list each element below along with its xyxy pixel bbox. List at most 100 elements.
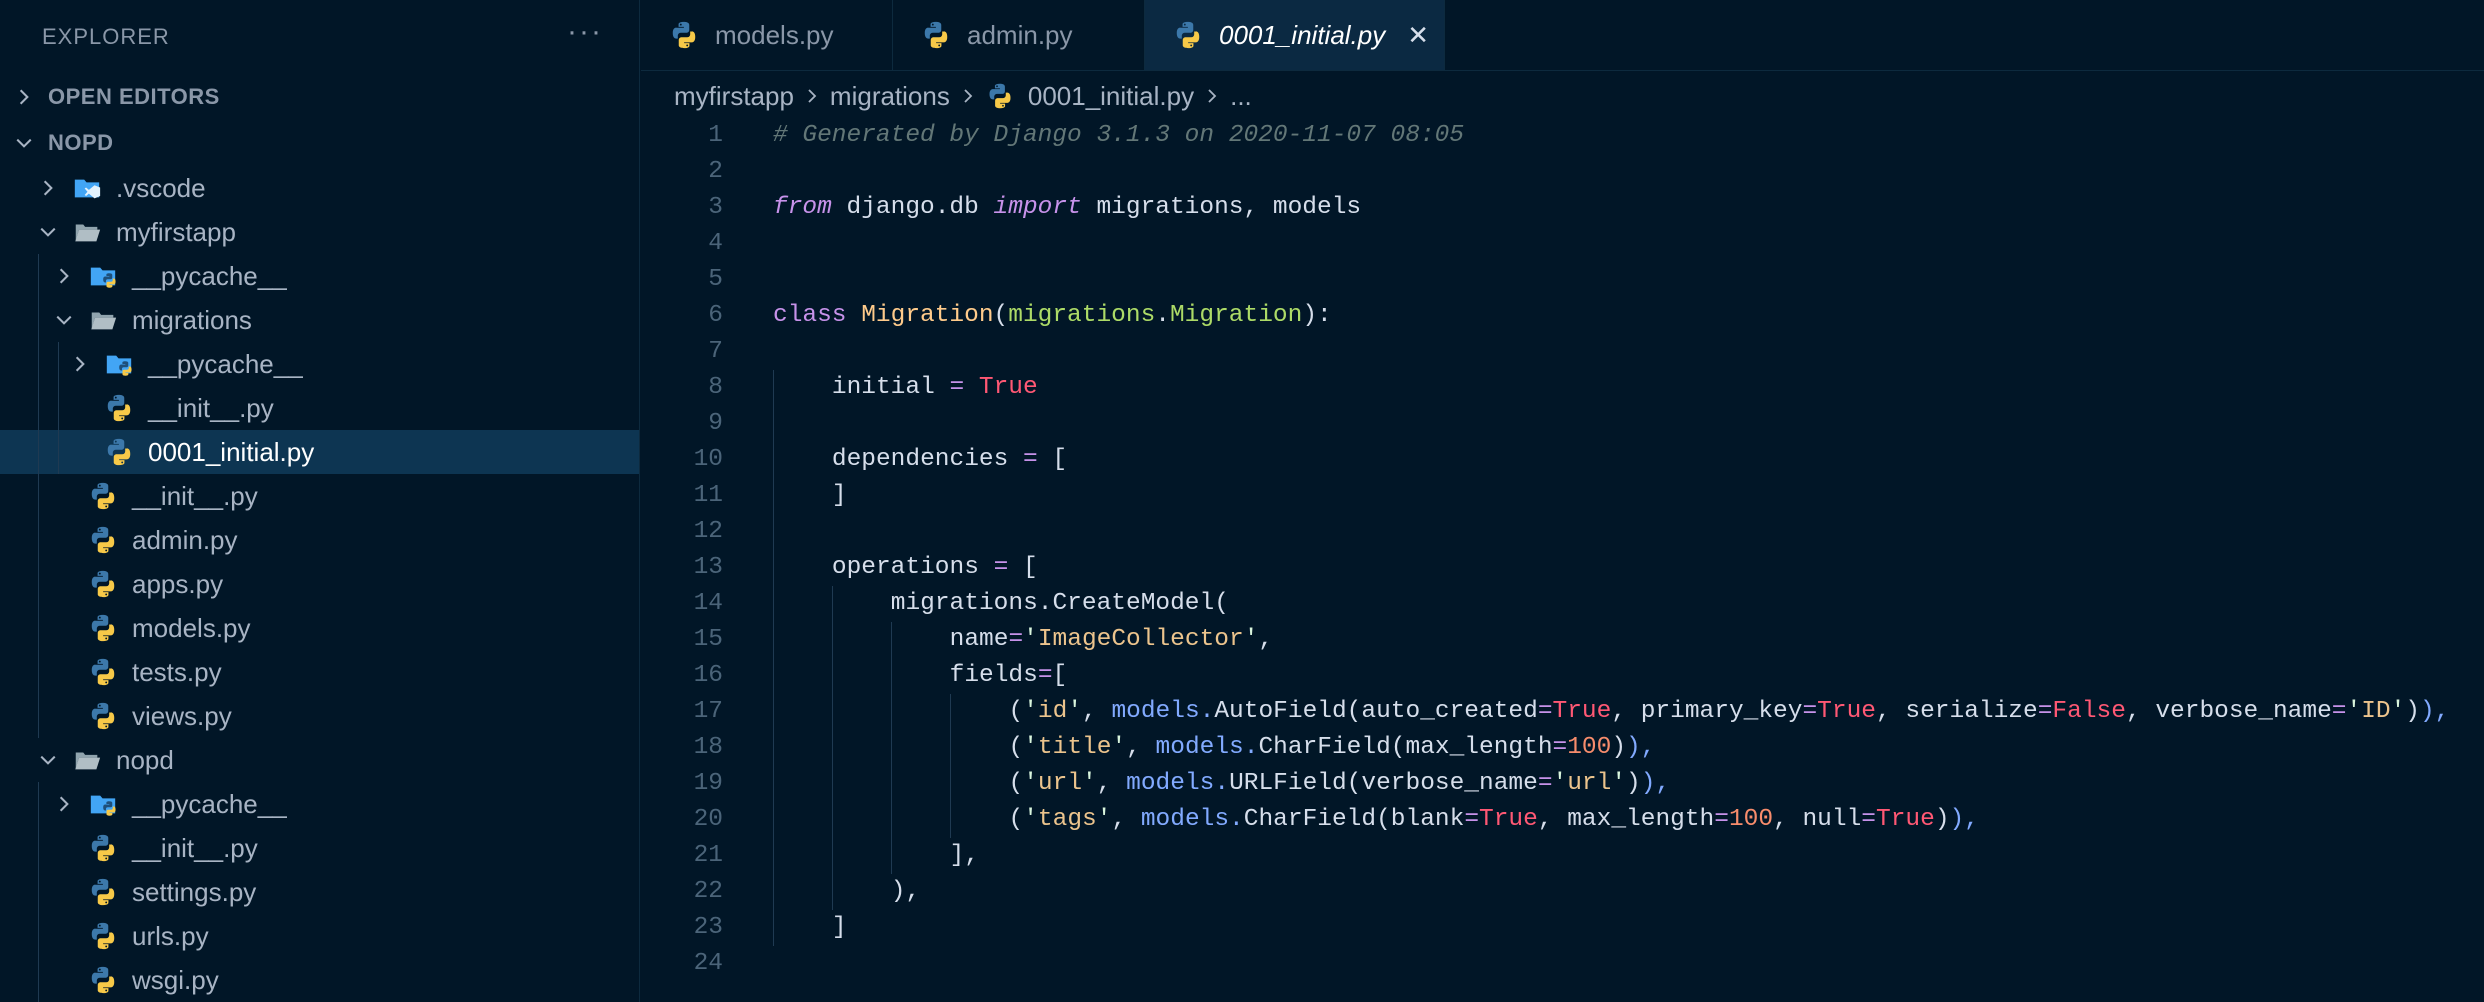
tree-item[interactable]: wsgi.py — [0, 958, 639, 1002]
code-token: = — [1464, 806, 1480, 833]
code-editor[interactable]: 1 # Generated by Django 3.1.3 on 2020-11-… — [641, 118, 2484, 1002]
indent-guide — [38, 650, 39, 694]
indent-guide — [773, 658, 774, 694]
chevron-right-icon[interactable] — [70, 354, 90, 374]
tab-admin-py[interactable]: admin.py — [893, 0, 1145, 70]
chevron-down-icon[interactable] — [54, 310, 74, 330]
code-token: ) — [1934, 806, 1950, 833]
chevron-down-icon[interactable] — [38, 750, 58, 770]
code-token: ' — [1023, 626, 1038, 653]
code-text: ] — [832, 478, 847, 514]
line-number: 19 — [693, 770, 723, 797]
section-project[interactable]: NOPD — [0, 120, 639, 166]
code-line: 9 — [641, 406, 2484, 442]
code-token: from — [773, 194, 832, 221]
tab-models-py[interactable]: models.py — [641, 0, 893, 70]
code-token: CharField(max_length — [1258, 734, 1553, 761]
code-token: models. — [1111, 698, 1215, 725]
tree-item[interactable]: myfirstapp — [0, 210, 639, 254]
code-line: 5 — [641, 262, 2484, 298]
chevron-right-icon[interactable] — [38, 178, 58, 198]
breadcrumb-item[interactable]: 0001_initial.py — [1028, 81, 1194, 112]
code-token: , — [1082, 698, 1112, 725]
code-token: AutoField(auto_created — [1214, 698, 1538, 725]
tree-item[interactable]: __init__.py — [0, 826, 639, 870]
section-open-editors[interactable]: OPEN EDITORS — [0, 74, 639, 120]
tree-item[interactable]: .vscode — [0, 166, 639, 210]
line-number: 2 — [708, 158, 723, 185]
code-token: CharField(blank — [1243, 806, 1465, 833]
code-token: , primary_key — [1611, 698, 1803, 725]
indent-guide — [831, 730, 833, 766]
tree-item[interactable]: 0001_initial.py — [0, 430, 639, 474]
code-token: ), — [1640, 770, 1671, 797]
code-token: URLField(verbose_name — [1229, 770, 1538, 797]
indent-guide — [38, 386, 39, 430]
code-line: 21], — [641, 838, 2484, 874]
line-number: 7 — [708, 338, 723, 365]
tree-item[interactable]: __init__.py — [0, 474, 639, 518]
code-token: ] — [831, 914, 847, 941]
breadcrumb-item[interactable]: ... — [1230, 81, 1252, 112]
code-token: = — [1802, 698, 1818, 725]
code-token: ' — [1611, 770, 1627, 797]
tree-item[interactable]: migrations — [0, 298, 639, 342]
tree-item[interactable]: nopd — [0, 738, 639, 782]
code-token: = — [2037, 698, 2053, 725]
tree-item[interactable]: settings.py — [0, 870, 639, 914]
tree-item[interactable]: models.py — [0, 606, 639, 650]
chevron-right-icon[interactable] — [54, 794, 74, 814]
tree-item[interactable]: urls.py — [0, 914, 639, 958]
tree-item[interactable]: __pycache__ — [0, 254, 639, 298]
code-token: initial — [831, 374, 950, 401]
breadcrumb-item[interactable]: migrations — [830, 81, 950, 112]
code-token: models. — [1140, 806, 1244, 833]
code-token: migrations — [1008, 302, 1156, 329]
indent-guide — [38, 254, 39, 298]
line-number: 8 — [708, 374, 723, 401]
line-number: 6 — [708, 302, 723, 329]
indent-guide — [773, 514, 774, 550]
code-token: ' — [1023, 770, 1038, 797]
code-token: tags — [1037, 806, 1097, 833]
tree-item[interactable]: admin.py — [0, 518, 639, 562]
tree-item[interactable]: __pycache__ — [0, 782, 639, 826]
indent-guide — [890, 730, 892, 766]
chevron-down-icon[interactable] — [38, 222, 58, 242]
chevron-right-icon[interactable] — [54, 266, 74, 286]
tab-0001-initial-py[interactable]: 0001_initial.py ✕ — [1145, 0, 1445, 70]
code-token: ): — [1302, 302, 1332, 329]
code-text: ('url', models.URLField(verbose_name='ur… — [1009, 766, 1671, 802]
code-token: True — [1876, 806, 1935, 833]
code-token: [ — [1037, 446, 1068, 473]
more-actions-icon[interactable]: ··· — [567, 17, 603, 47]
close-icon[interactable]: ✕ — [1407, 20, 1429, 51]
breadcrumb-item[interactable]: myfirstapp — [674, 81, 794, 112]
line-number: 13 — [693, 554, 723, 581]
code-token: = — [1008, 626, 1024, 653]
line-number: 3 — [708, 194, 723, 221]
indent-guide — [831, 586, 833, 622]
code-token: , — [1111, 806, 1141, 833]
tree-item[interactable]: tests.py — [0, 650, 639, 694]
tree-item[interactable]: __pycache__ — [0, 342, 639, 386]
tree-item[interactable]: apps.py — [0, 562, 639, 606]
python-icon — [88, 569, 118, 599]
tree-item[interactable]: __init__.py — [0, 386, 639, 430]
code-line: 8 initial = True — [641, 370, 2484, 406]
indent-guide — [773, 910, 774, 946]
code-token: , — [1096, 770, 1127, 797]
code-token: = — [1714, 806, 1729, 833]
tree-item-label: 0001_initial.py — [148, 436, 315, 467]
tree-item-label: .vscode — [116, 172, 206, 203]
tree-item[interactable]: views.py — [0, 694, 639, 738]
code-token: migrations.CreateModel( — [890, 590, 1229, 617]
code-token: ] — [831, 482, 847, 509]
line-number: 5 — [708, 266, 723, 293]
section-label: OPEN EDITORS — [48, 84, 220, 109]
code-token: ) — [2405, 698, 2420, 725]
